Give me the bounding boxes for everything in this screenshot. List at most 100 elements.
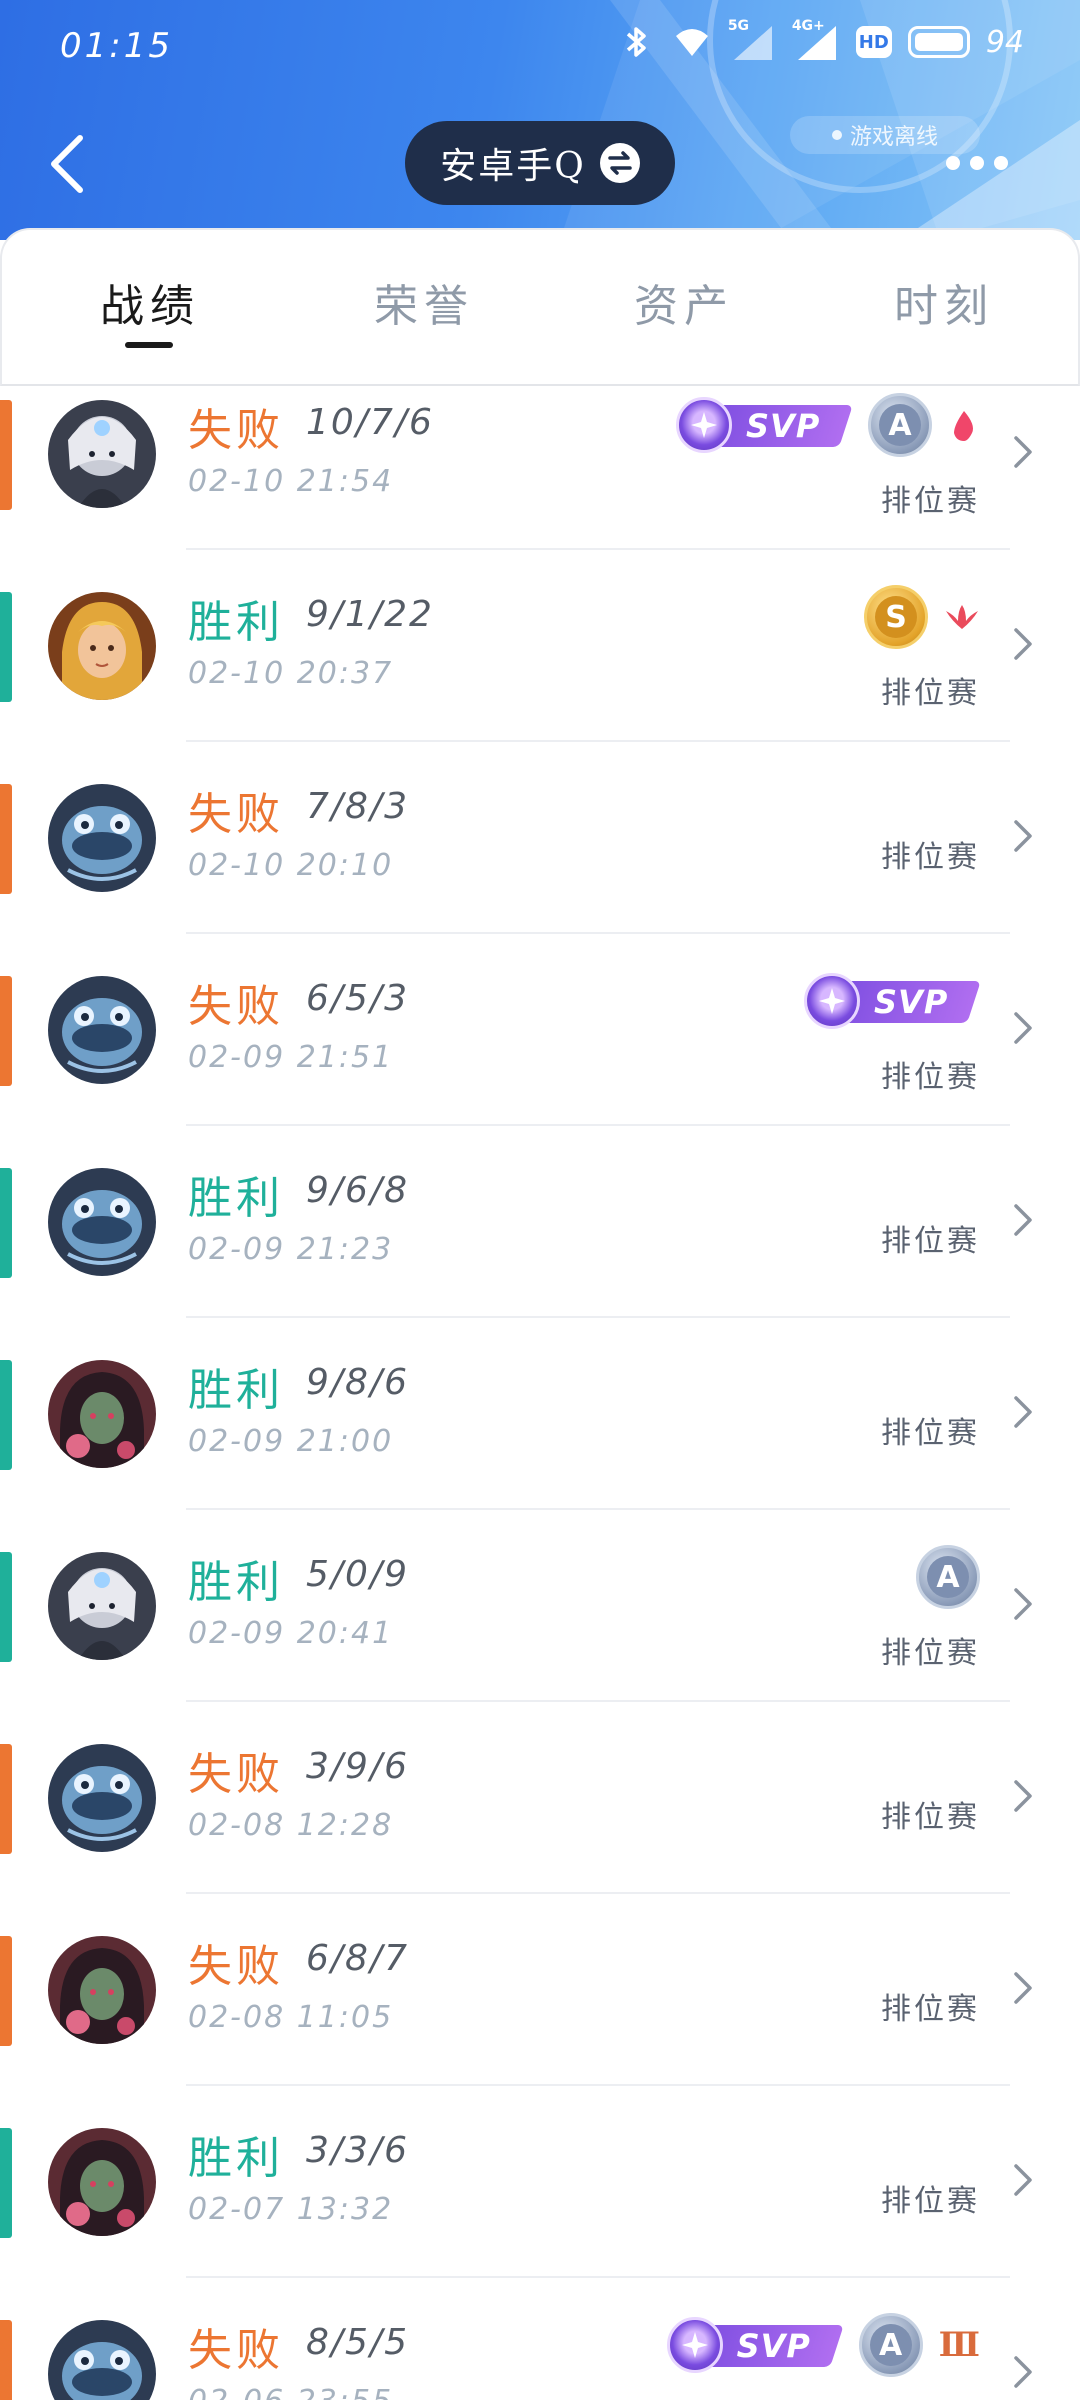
match-row[interactable]: 失败 6/5/3 02-09 21:51 SVP 排位赛 <box>0 964 1080 1156</box>
result-indicator-bar <box>0 784 12 894</box>
result-indicator-bar <box>0 2128 12 2238</box>
svp-label: SVP <box>746 407 821 445</box>
match-kda: 5/0/9 <box>306 1554 409 1595</box>
match-result: 失败 <box>188 405 284 456</box>
hero-avatar <box>48 976 156 1084</box>
row-divider <box>186 1892 1010 1894</box>
svp-badge: SVP <box>804 973 981 1029</box>
match-row[interactable]: 失败 3/9/6 02-08 12:28 排位赛 <box>0 1732 1080 1924</box>
back-button[interactable] <box>40 124 100 204</box>
chevron-right-icon <box>1012 1392 1034 1432</box>
result-indicator-bar <box>0 1744 12 1854</box>
medal-silver-icon: A <box>868 393 932 457</box>
hd-voice-icon: HD <box>855 26 892 58</box>
row-divider <box>186 1316 1010 1318</box>
row-divider <box>186 2276 1010 2278</box>
match-row[interactable]: 胜利 9/6/8 02-09 21:23 排位赛 <box>0 1156 1080 1348</box>
swap-icon <box>599 143 640 183</box>
bluetooth-icon <box>626 27 646 57</box>
chevron-right-icon <box>1012 1968 1034 2008</box>
chevron-right-icon <box>1012 1776 1034 1816</box>
row-divider <box>186 1700 1010 1702</box>
svp-star-icon <box>690 411 718 439</box>
match-time: 02-06 23:55 <box>188 2384 393 2400</box>
tab-honors[interactable]: 荣誉 <box>324 270 524 340</box>
match-badges: SVP A <box>676 390 980 460</box>
match-row[interactable]: 失败 6/8/7 02-08 11:05 排位赛 <box>0 1924 1080 2116</box>
match-time: 02-10 21:54 <box>188 464 394 499</box>
result-indicator-bar <box>0 1552 12 1662</box>
row-divider <box>186 1508 1010 1510</box>
match-result: 失败 <box>188 2325 284 2376</box>
match-mode: 排位赛 <box>881 840 980 875</box>
match-kda: 3/3/6 <box>306 2130 409 2171</box>
status-icons: 5G 4G+ HD 94 <box>616 18 1024 62</box>
hero-avatar <box>48 400 156 508</box>
hero-avatar <box>48 1168 156 1276</box>
match-result: 失败 <box>188 1941 284 1992</box>
account-title: 安卓手Q <box>440 146 586 187</box>
tab-moments[interactable]: 时刻 <box>844 270 1044 340</box>
result-indicator-bar <box>0 1360 12 1470</box>
match-row[interactable]: 失败 8/5/5 02-06 23:55 SVP AⅢ 排位赛 <box>0 2308 1080 2400</box>
match-result: 胜利 <box>188 2133 284 2184</box>
network-type-1: 5G <box>727 18 750 34</box>
match-badges: S <box>864 582 980 652</box>
account-switcher[interactable]: 安卓手Q <box>405 121 675 205</box>
match-time: 02-07 13:32 <box>188 2192 394 2227</box>
svp-label: SVP <box>736 2327 811 2365</box>
match-mode: 排位赛 <box>881 1060 980 1095</box>
match-time: 02-09 20:41 <box>188 1616 394 1651</box>
match-mode: 排位赛 <box>881 2396 980 2400</box>
svp-star-icon <box>818 987 846 1015</box>
triple-kill-icon: Ⅲ <box>938 2325 980 2365</box>
match-kda: 10/7/6 <box>306 402 434 443</box>
match-row[interactable]: 失败 7/8/3 02-10 20:10 排位赛 <box>0 772 1080 964</box>
result-indicator-bar <box>0 1168 12 1278</box>
tab-bar: 战绩 荣誉 资产 时刻 <box>0 228 1080 386</box>
match-row[interactable]: 胜利 3/3/6 02-07 13:32 排位赛 <box>0 2116 1080 2308</box>
signal-4g-icon: 4G+ <box>792 18 840 62</box>
match-kda: 9/8/6 <box>306 1362 409 1403</box>
match-result: 胜利 <box>188 1365 284 1416</box>
match-kda: 3/9/6 <box>306 1746 409 1787</box>
match-time: 02-09 21:51 <box>188 1040 394 1075</box>
hero-avatar <box>48 1744 156 1852</box>
match-kda: 7/8/3 <box>306 786 409 827</box>
battery-level: 94 <box>985 24 1024 60</box>
chevron-right-icon <box>1012 816 1034 856</box>
match-time: 02-10 20:37 <box>188 656 394 691</box>
result-indicator-bar <box>0 976 12 1086</box>
tab-assets[interactable]: 资产 <box>584 270 784 340</box>
svp-badge: SVP <box>676 397 853 453</box>
match-kda: 6/8/7 <box>306 1938 409 1979</box>
status-bar: 01:15 5G 4G+ HD 94 <box>0 0 1080 96</box>
offline-label: 游戏离线 <box>849 125 938 150</box>
status-time: 01:15 <box>60 26 173 66</box>
chevron-right-icon <box>1012 1200 1034 1240</box>
match-mode: 排位赛 <box>881 1416 980 1451</box>
medal-grade: S <box>875 596 917 638</box>
offline-dot-icon <box>831 130 842 140</box>
chevron-right-icon <box>1012 432 1034 472</box>
medal-grade: A <box>879 404 921 446</box>
match-time: 02-09 21:00 <box>188 1424 394 1459</box>
match-row[interactable]: 失败 10/7/6 02-10 21:54 SVP A 排位赛 <box>0 388 1080 580</box>
row-divider <box>186 2084 1010 2086</box>
match-result: 失败 <box>188 789 284 840</box>
match-row[interactable]: 胜利 9/8/6 02-09 21:00 排位赛 <box>0 1348 1080 1540</box>
match-mode: 排位赛 <box>881 2184 980 2219</box>
more-options-button[interactable] <box>946 148 1016 178</box>
match-badges: A <box>916 1542 980 1612</box>
match-row[interactable]: 胜利 9/1/22 02-10 20:37 S 排位赛 <box>0 580 1080 772</box>
match-kda: 8/5/5 <box>306 2322 409 2363</box>
match-mode: 排位赛 <box>881 676 980 711</box>
row-divider <box>186 740 1010 742</box>
flame-icon <box>948 407 980 443</box>
medal-gold-icon: S <box>864 585 928 649</box>
tab-records[interactable]: 战绩 <box>50 270 250 340</box>
match-row[interactable]: 胜利 5/0/9 02-09 20:41 A 排位赛 <box>0 1540 1080 1732</box>
match-result: 失败 <box>188 1749 284 1800</box>
hero-avatar <box>48 1936 156 2044</box>
lotus-icon <box>944 603 980 631</box>
